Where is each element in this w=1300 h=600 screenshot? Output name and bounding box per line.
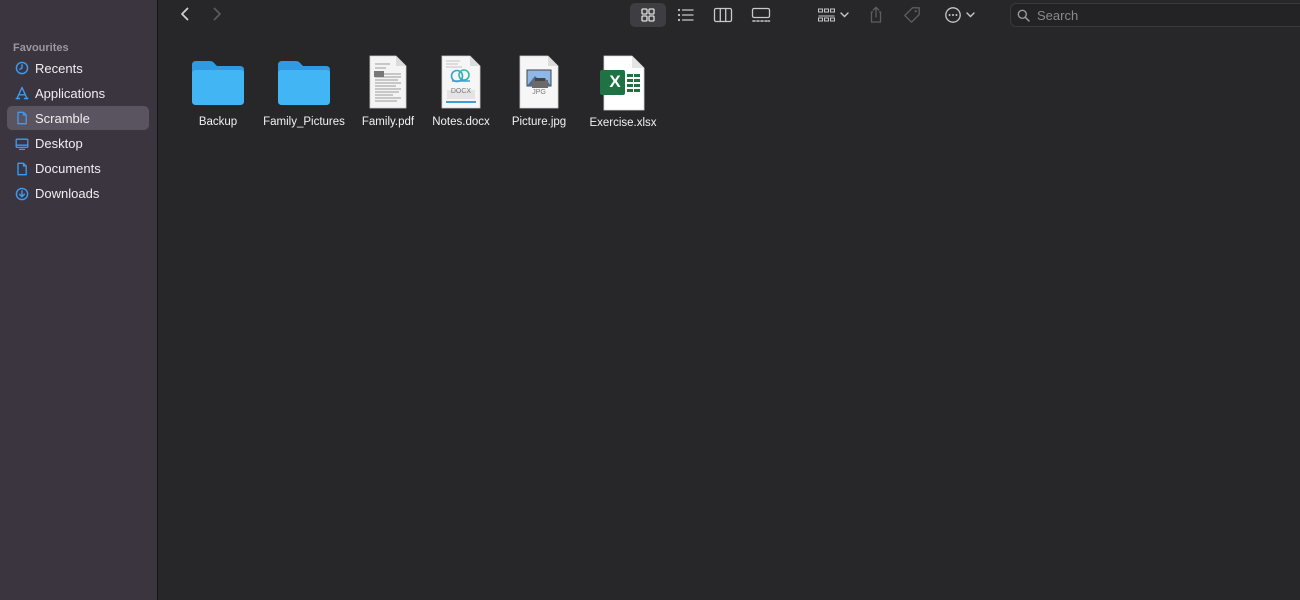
sidebar-item-applications[interactable]: Applications bbox=[7, 81, 149, 105]
chevron-left-icon bbox=[181, 7, 189, 21]
group-by-button[interactable] bbox=[813, 3, 853, 27]
forward-button[interactable] bbox=[205, 2, 229, 26]
sidebar-list: Recents Applications Scramble Desktop Do… bbox=[7, 56, 149, 207]
tag-button[interactable] bbox=[899, 3, 925, 27]
sidebar: Favourites Recents Applications Scramble… bbox=[0, 0, 158, 600]
gallery-view-button[interactable] bbox=[744, 3, 778, 27]
group-icon bbox=[818, 8, 835, 22]
sidebar-item-desktop[interactable]: Desktop bbox=[7, 132, 149, 156]
list-icon bbox=[677, 8, 694, 22]
more-actions-button[interactable] bbox=[939, 3, 979, 27]
file-browser-content: Backup Family_Pictures Family.pdf DOCX N… bbox=[159, 32, 1300, 600]
document-icon bbox=[15, 111, 29, 125]
sidebar-item-label: Applications bbox=[35, 85, 106, 101]
jpg-badge: JPG bbox=[532, 88, 546, 96]
sidebar-item-label: Scramble bbox=[35, 110, 90, 126]
download-icon bbox=[15, 187, 29, 201]
chevron-right-icon bbox=[213, 7, 221, 21]
folder-icon bbox=[259, 52, 349, 112]
desktop-icon bbox=[15, 137, 29, 151]
chevron-down-icon bbox=[840, 12, 849, 18]
search-input[interactable] bbox=[1035, 6, 1289, 24]
file-item-backup[interactable]: Backup bbox=[173, 52, 263, 128]
applications-icon bbox=[15, 86, 29, 100]
file-item-picture-jpg[interactable]: JPG Picture.jpg bbox=[494, 52, 584, 128]
sidebar-item-documents[interactable]: Documents bbox=[7, 157, 149, 181]
file-name: Picture.jpg bbox=[511, 116, 567, 128]
grid-icon bbox=[641, 8, 655, 22]
sidebar-heading-favourites: Favourites bbox=[13, 42, 69, 54]
file-name: Exercise.xlsx bbox=[589, 117, 657, 129]
gallery-icon bbox=[751, 7, 771, 22]
file-item-family-pictures[interactable]: Family_Pictures bbox=[259, 52, 349, 128]
xlsx-file-icon: X bbox=[578, 52, 668, 114]
xlsx-badge: X bbox=[609, 72, 621, 91]
search-icon bbox=[1017, 9, 1030, 22]
sidebar-item-downloads[interactable]: Downloads bbox=[7, 182, 149, 206]
share-icon bbox=[870, 6, 882, 23]
docx-file-icon: DOCX bbox=[416, 52, 506, 112]
docx-badge: DOCX bbox=[450, 88, 472, 95]
list-view-button[interactable] bbox=[669, 3, 703, 27]
file-item-exercise-xlsx[interactable]: X Exercise.xlsx bbox=[578, 52, 668, 129]
jpg-file-icon: JPG bbox=[494, 52, 584, 112]
column-view-button[interactable] bbox=[706, 3, 740, 27]
sidebar-item-label: Recents bbox=[35, 60, 83, 76]
ellipsis-circle-icon bbox=[944, 7, 961, 23]
toolbar bbox=[159, 0, 1300, 32]
icon-view-button[interactable] bbox=[630, 3, 666, 27]
file-name: Family_Pictures bbox=[263, 116, 345, 128]
tag-icon bbox=[904, 7, 920, 23]
file-name: Backup bbox=[198, 116, 238, 128]
clock-icon bbox=[15, 61, 29, 75]
sidebar-item-scramble[interactable]: Scramble bbox=[7, 106, 149, 131]
folder-icon bbox=[173, 52, 263, 112]
sidebar-item-label: Documents bbox=[35, 161, 101, 177]
chevron-down-icon bbox=[965, 12, 975, 18]
file-item-notes-docx[interactable]: DOCX Notes.docx bbox=[416, 52, 506, 128]
columns-icon bbox=[713, 7, 733, 23]
file-name: Notes.docx bbox=[432, 116, 490, 128]
back-button[interactable] bbox=[173, 2, 197, 26]
search-field[interactable] bbox=[1010, 3, 1300, 27]
sidebar-item-recents[interactable]: Recents bbox=[7, 56, 149, 80]
sidebar-item-label: Desktop bbox=[35, 136, 83, 152]
document-icon bbox=[15, 162, 29, 176]
sidebar-item-label: Downloads bbox=[35, 186, 100, 202]
share-button[interactable] bbox=[863, 3, 889, 27]
